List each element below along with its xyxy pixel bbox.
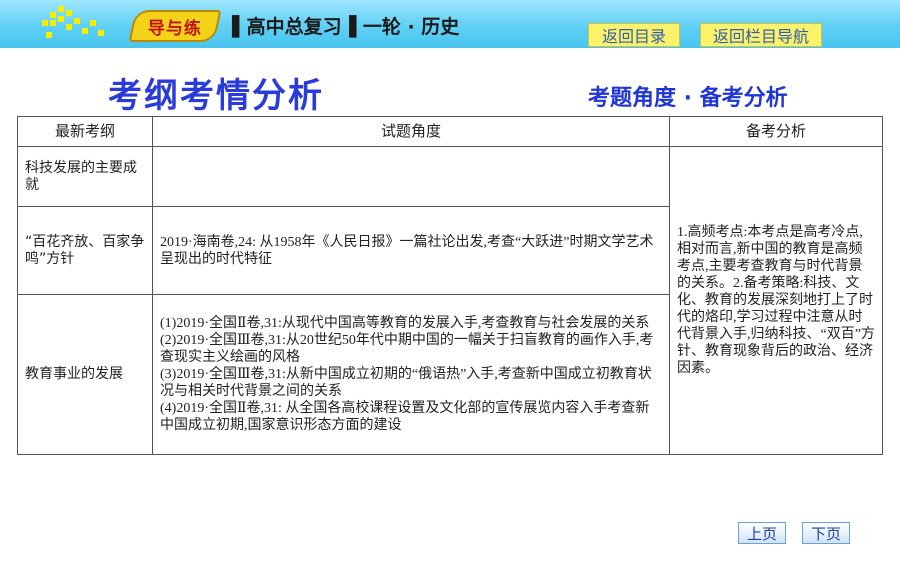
angle-cell: (1)2019·全国Ⅱ卷,31:从现代中国高等教育的发展入手,考查教育与社会发展… — [152, 294, 670, 455]
syllabus-cell: “百花齐放、百家争鸣”方针 — [17, 206, 153, 295]
analysis-cell: 1.高频考点:本考点是高考冷点,相对而言,新中国的教育是高频考点,主要考查教育与… — [669, 146, 883, 455]
angle-cell: 2019·海南卷,24: 从1958年《人民日报》一篇社论出发,考查“大跃进”时… — [152, 206, 670, 295]
syllabus-cell: 教育事业的发展 — [17, 294, 153, 455]
course-title: ▌高中总复习▐ 一轮 · 历史 — [232, 16, 460, 38]
angle-item: (1)2019·全国Ⅱ卷,31:从现代中国高等教育的发展入手,考查教育与社会发展… — [160, 316, 650, 331]
syllabus-cell: 科技发展的主要成就 — [17, 146, 153, 207]
header-question-angle: 试题角度 — [152, 116, 670, 147]
next-page-button[interactable]: 下页 — [802, 522, 850, 544]
page-subtitle: 考题角度 · 备考分析 — [588, 86, 788, 111]
angle-cell — [152, 146, 670, 207]
header-prep-analysis: 备考分析 — [669, 116, 883, 147]
prev-page-button[interactable]: 上页 — [738, 522, 786, 544]
back-to-contents-button[interactable]: 返回目录 — [588, 23, 680, 47]
logo: 导与练 — [128, 10, 222, 42]
angle-item: (2)2019·全国Ⅲ卷,31:从20世纪50年代中期中国的一幅关于扫盲教育的画… — [160, 333, 654, 365]
table-row: 科技发展的主要成就 1.高频考点:本考点是高考冷点,相对而言,新中国的教育是高频… — [17, 146, 883, 455]
table-header-row: 最新考纲 试题角度 备考分析 — [17, 116, 883, 147]
back-to-section-nav-button[interactable]: 返回栏目导航 — [700, 23, 822, 47]
header-bar: 导与练 ▌高中总复习▐ 一轮 · 历史 返回目录 返回栏目导航 — [0, 0, 900, 48]
page-title: 考纲考情分析 — [108, 76, 324, 116]
angle-item: (4)2019·全国Ⅱ卷,31: 从全国各高校课程设置及文化部的宣传展览内容入手… — [160, 401, 650, 433]
decorative-dots — [40, 6, 120, 42]
angle-item: (3)2019·全国Ⅲ卷,31:从新中国成立初期的“俄语热”入手,考查新中国成立… — [160, 367, 652, 399]
header-syllabus: 最新考纲 — [17, 116, 153, 147]
syllabus-table: 最新考纲 试题角度 备考分析 科技发展的主要成就 1.高频考点:本考点是高考冷点… — [17, 116, 883, 455]
